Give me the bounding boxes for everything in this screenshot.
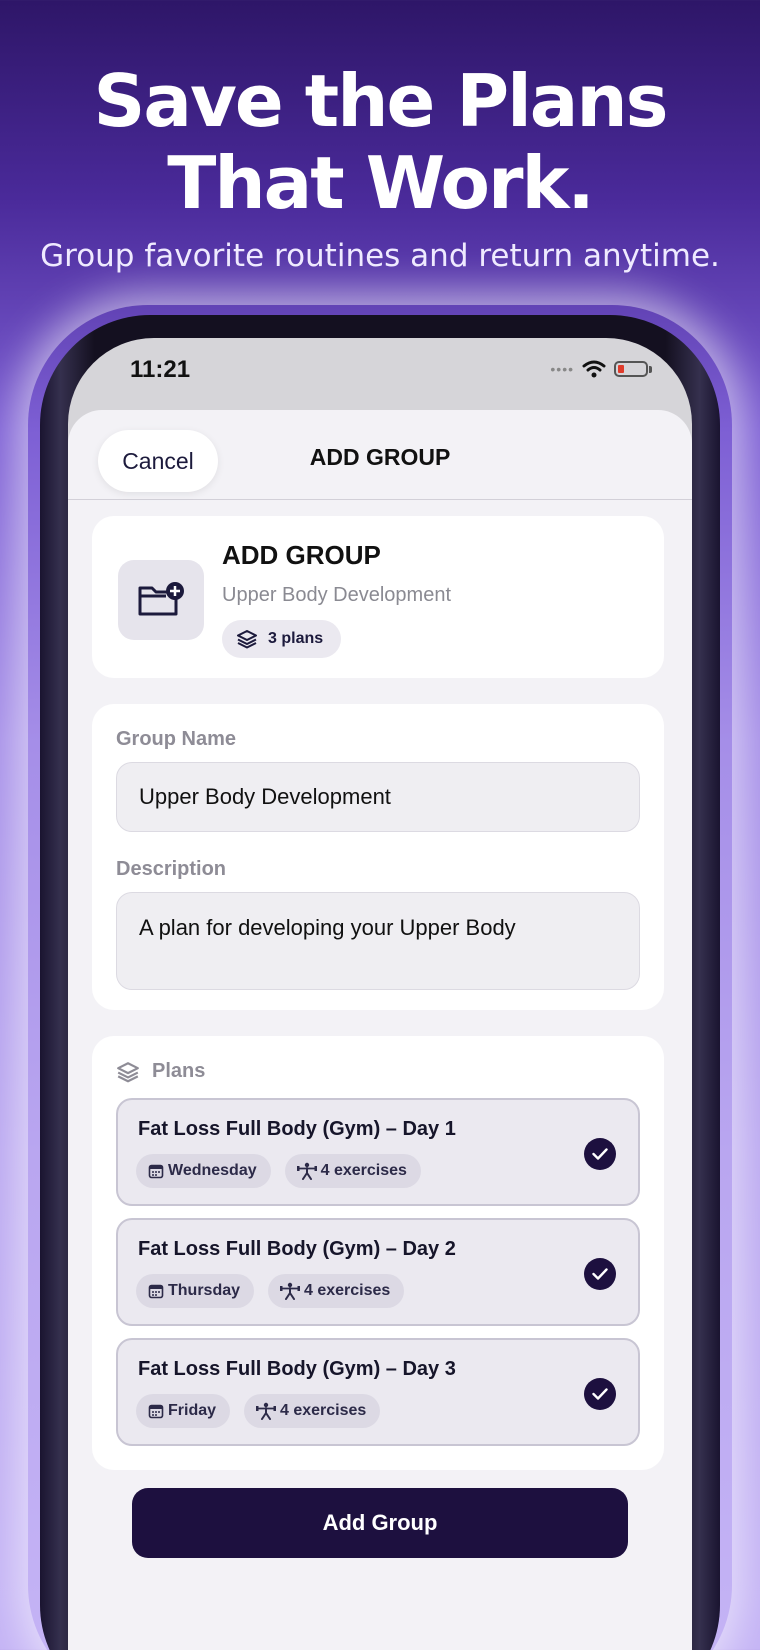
exercises-label: 4 exercises	[304, 1282, 391, 1299]
weightlifter-icon	[280, 1282, 301, 1300]
day-tag: Friday	[136, 1394, 231, 1428]
calendar-icon	[148, 1284, 164, 1299]
plans-section-label: Plans	[152, 1060, 206, 1082]
plan-item-1[interactable]: Fat Loss Full Body (Gym) – Day 1 Wednesd…	[116, 1098, 640, 1206]
status-time: 11:21	[130, 356, 191, 383]
exercises-label: 4 exercises	[320, 1162, 407, 1179]
exercises-tag: 4 exercises	[284, 1154, 421, 1188]
headline-line-2: That Work.	[167, 141, 595, 225]
layers-icon	[117, 1061, 139, 1082]
exercises-label: 4 exercises	[280, 1402, 367, 1419]
headline-line-1: Save the Plans	[93, 59, 669, 143]
folder-tile	[118, 560, 204, 640]
group-summary-card: ADD GROUP Upper Body Development 3 plans	[92, 516, 664, 678]
signal-icon: ••••	[550, 361, 574, 377]
plan-tags: Thursday 4 exercises	[136, 1274, 405, 1308]
calendar-icon	[148, 1164, 164, 1179]
nav-title: ADD GROUP	[309, 444, 451, 470]
calendar-icon	[148, 1404, 164, 1419]
wifi-icon	[582, 360, 606, 378]
battery-icon	[614, 361, 648, 377]
exercises-tag: 4 exercises	[244, 1394, 381, 1428]
weightlifter-icon	[256, 1402, 277, 1420]
plan-tags: Friday 4 exercises	[136, 1394, 381, 1428]
description-input[interactable]: A plan for developing your Upper Body	[116, 892, 640, 990]
checkmark-icon[interactable]	[584, 1378, 616, 1410]
folder-plus-icon	[138, 582, 184, 616]
plan-title: Fat Loss Full Body (Gym) – Day 3	[138, 1358, 456, 1380]
add-group-sheet: Cancel ADD GROUP ADD GROUP Upper Body De…	[68, 410, 692, 1650]
nav-bar: Cancel ADD GROUP	[68, 410, 692, 500]
plan-title: Fat Loss Full Body (Gym) – Day 1	[138, 1118, 456, 1140]
plans-card: Plans Fat Loss Full Body (Gym) – Day 1 W…	[92, 1036, 664, 1470]
plan-tags: Wednesday 4 exercises	[136, 1154, 421, 1188]
summary-title: ADD GROUP	[222, 540, 381, 570]
description-label: Description	[116, 858, 227, 880]
plans-section-header: Plans	[116, 1060, 205, 1083]
group-name-label: Group Name	[116, 728, 237, 750]
status-icons: ••••	[550, 360, 652, 378]
checkmark-icon[interactable]	[584, 1258, 616, 1290]
phone-screen: 11:21 •••• Cancel ADD GROUP ADD GROUP Up…	[68, 338, 692, 1650]
plan-item-3[interactable]: Fat Loss Full Body (Gym) – Day 3 Friday …	[116, 1338, 640, 1446]
day-label: Wednesday	[168, 1162, 257, 1179]
plan-item-2[interactable]: Fat Loss Full Body (Gym) – Day 2 Thursda…	[116, 1218, 640, 1326]
exercises-tag: 4 exercises	[268, 1274, 405, 1308]
day-label: Friday	[168, 1402, 217, 1419]
checkmark-icon[interactable]	[584, 1138, 616, 1170]
hero-subline: Group favorite routines and return anyti…	[40, 238, 720, 274]
plans-count-label: 3 plans	[268, 630, 324, 647]
group-form-card: Group Name Upper Body Development Descri…	[92, 704, 664, 1010]
battery-tip	[649, 365, 652, 373]
weightlifter-icon	[296, 1162, 317, 1180]
day-tag: Wednesday	[136, 1154, 271, 1188]
layers-icon	[237, 630, 257, 649]
day-tag: Thursday	[136, 1274, 255, 1308]
group-name-input[interactable]: Upper Body Development	[116, 762, 640, 832]
plans-count-badge: 3 plans	[222, 620, 342, 658]
hero-headline: Save the Plans That Work.	[0, 60, 760, 224]
add-group-button[interactable]: Add Group	[132, 1488, 628, 1558]
plan-title: Fat Loss Full Body (Gym) – Day 2	[138, 1238, 456, 1260]
summary-subtitle: Upper Body Development	[222, 584, 452, 606]
day-label: Thursday	[168, 1282, 241, 1299]
